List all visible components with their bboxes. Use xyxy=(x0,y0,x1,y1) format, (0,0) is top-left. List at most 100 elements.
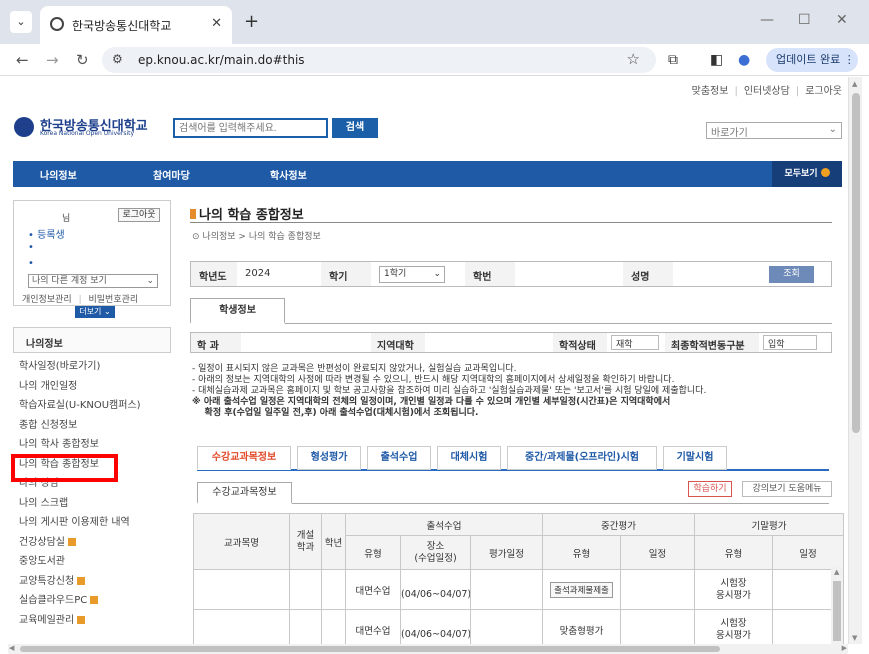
plus-icon[interactable] xyxy=(68,537,76,546)
home-icon: ⊙ xyxy=(192,232,200,242)
browser-tab[interactable]: 한국방송통신대학교 ✕ xyxy=(40,6,232,44)
lnb-item[interactable]: 실습클라우드PC xyxy=(13,587,171,607)
scroll-right-icon[interactable]: ▶ xyxy=(842,644,847,652)
lnb-item[interactable]: 건강상담실 xyxy=(13,529,171,549)
update-button[interactable]: 업데이트 완료 ⋮ xyxy=(766,48,858,72)
semester-select[interactable]: 1학기 ⌄ xyxy=(379,266,445,283)
table-scroll-thumb[interactable] xyxy=(833,581,841,641)
gnb-participation[interactable]: 참여마당 xyxy=(153,167,190,182)
page-scroll-thumb[interactable] xyxy=(852,93,860,433)
more-button[interactable]: 더보기 ⌄ xyxy=(75,306,115,318)
gnb-my-info[interactable]: 나의정보 xyxy=(40,167,77,182)
profile-icon[interactable]: ● xyxy=(738,52,750,68)
knou-logo[interactable]: 한국방송통신대학교 Korea National Open University xyxy=(14,115,164,141)
horizontal-scrollbar[interactable]: ◀ ▶ xyxy=(8,644,848,654)
address-bar-row: ← → ↻ ⚙ ep.knou.ac.kr/main.do#this ☆ ⧉ ◧… xyxy=(0,44,869,76)
tab-search-chevron-icon[interactable]: ⌄ xyxy=(10,11,32,33)
plus-icon[interactable] xyxy=(77,615,86,624)
breadcrumb-separator: > xyxy=(238,232,246,242)
submit-assignment-button[interactable]: 출석과제물제출 xyxy=(550,581,613,598)
table-scrollbar[interactable]: ▲ xyxy=(831,567,843,644)
extensions-icon[interactable]: ⧉ xyxy=(668,52,678,68)
online-counsel-link[interactable]: 인터넷상담 xyxy=(744,86,790,97)
lnb-item[interactable]: 나의 학사 종합정보 xyxy=(13,431,171,451)
forward-icon[interactable]: → xyxy=(46,51,59,69)
lnb-item-label: 학습자료실(U-KNOU캠퍼스) xyxy=(19,400,141,411)
lnb-item-label: 교육메일관리 xyxy=(19,614,75,626)
logout-link[interactable]: 로그아웃 xyxy=(805,86,842,97)
table-row: 대면수업 (04/06~04/07) 맞춤형평가 시험장 응시평가 xyxy=(193,609,845,644)
title-bullet-icon xyxy=(190,209,196,219)
side-panel-icon[interactable]: ◧ xyxy=(710,52,723,68)
page-scrollbar[interactable]: ▲ ▼ xyxy=(848,77,862,644)
personal-info-link[interactable]: 개인정보관리 xyxy=(22,295,72,305)
lnb-item[interactable]: 나의 스크랩 xyxy=(13,490,171,510)
tab-alternative-exam[interactable]: 대체시험 xyxy=(437,446,501,470)
scroll-up-icon[interactable]: ▲ xyxy=(834,568,839,576)
lnb-item[interactable]: 교육메일관리 xyxy=(13,607,171,627)
plus-icon[interactable] xyxy=(90,596,99,604)
col-attend: 출석수업 xyxy=(344,513,544,536)
learn-button[interactable]: 학습하기 xyxy=(688,481,732,497)
scroll-left-icon[interactable]: ◀ xyxy=(9,644,14,652)
scroll-up-icon[interactable]: ▲ xyxy=(852,80,857,88)
tab-final[interactable]: 기말시험 xyxy=(663,446,727,470)
lnb-item[interactable]: 종합 신청정보 xyxy=(13,412,171,432)
col-course: 교과목명 xyxy=(193,513,290,570)
window-close-icon[interactable]: ✕ xyxy=(836,12,848,28)
col-final-type: 유형 xyxy=(694,535,774,570)
minimize-icon[interactable]: — xyxy=(760,12,774,28)
tab-student-info[interactable]: 학생정보 xyxy=(190,298,285,324)
tab-formative[interactable]: 형성평가 xyxy=(297,446,361,470)
view-all-button[interactable]: 모두보기 xyxy=(772,161,842,187)
account-select-label: 나의 다른 계정 보기 xyxy=(32,276,107,286)
tab-attendance[interactable]: 출석수업 xyxy=(367,446,431,470)
other-account-select[interactable]: 나의 다른 계정 보기 ⌄ xyxy=(28,274,158,288)
lnb-item[interactable]: 중앙도서관 xyxy=(13,548,171,568)
site-settings-icon[interactable]: ⚙ xyxy=(112,52,123,66)
gnb-academic[interactable]: 학사정보 xyxy=(270,167,307,182)
learning-tabs: 수강교과목정보 형성평가 출석수업 대체시험 중간/과제물(오프라인)시험 기말… xyxy=(197,445,829,471)
semester-label: 학기 xyxy=(321,262,371,286)
lnb-item-label: 학사일정(바로가기) xyxy=(19,361,101,372)
bookmark-star-icon[interactable]: ☆ xyxy=(627,50,640,68)
col-dept: 개설 학과 xyxy=(289,513,322,570)
logout-button[interactable]: 로그아웃 xyxy=(118,208,160,222)
tab-midterm[interactable]: 중간/과제물(오프라인)시험 xyxy=(507,446,657,470)
reload-icon[interactable]: ↻ xyxy=(76,51,89,69)
custom-info-link[interactable]: 맞춤정보 xyxy=(692,86,729,97)
attend-type-cell: 대면수업 xyxy=(345,609,401,644)
page-title: 나의 학습 종합정보 xyxy=(190,204,304,223)
lnb-item[interactable]: 학사일정(바로가기) xyxy=(13,353,171,373)
shortcut-select[interactable]: 바로가기 ⌄ xyxy=(706,122,842,139)
lnb-item[interactable]: 학습자료실(U-KNOU캠퍼스) xyxy=(13,392,171,412)
eval-date-cell xyxy=(469,609,544,644)
maximize-icon[interactable]: ☐ xyxy=(798,12,811,28)
site-search-input[interactable] xyxy=(173,118,328,138)
lnb-item[interactable]: 교양특강신청 xyxy=(13,568,171,588)
col-mid: 중간평가 xyxy=(542,513,696,536)
site-search-button[interactable]: 검색 xyxy=(332,118,378,138)
col-eval-date: 평가일정 xyxy=(469,535,544,570)
back-icon[interactable]: ← xyxy=(16,51,29,69)
lecture-help-button[interactable]: 강의보기 도움메뉴 xyxy=(742,481,832,497)
chevron-down-icon: ⌄ xyxy=(433,269,441,279)
plus-icon[interactable] xyxy=(77,576,86,585)
search-submit-button[interactable]: 조회 xyxy=(769,266,814,283)
breadcrumb-home[interactable]: 나의정보 xyxy=(202,232,235,242)
hscroll-thumb[interactable] xyxy=(20,646,720,652)
tab-courses[interactable]: 수강교과목정보 xyxy=(197,446,291,470)
grade-cell xyxy=(321,609,346,644)
final-type-cell: 시험장 응시평가 xyxy=(694,609,774,644)
new-tab-button[interactable]: + xyxy=(244,11,259,32)
eval-date-cell xyxy=(469,569,544,610)
url-bar[interactable]: ⚙ ep.knou.ac.kr/main.do#this ☆ xyxy=(102,47,656,73)
kebab-menu-icon[interactable]: ⋮ xyxy=(844,53,855,66)
close-icon[interactable]: ✕ xyxy=(211,16,222,31)
scroll-down-icon[interactable]: ▼ xyxy=(852,634,857,642)
lnb-item[interactable]: 나의 게시판 이용제한 내역 xyxy=(13,509,171,529)
col-final: 기말평가 xyxy=(694,513,845,536)
password-link[interactable]: 비밀번호관리 xyxy=(88,295,138,305)
subtab-courses[interactable]: 수강교과목정보 xyxy=(197,482,292,504)
lnb-item[interactable]: 나의 개인일정 xyxy=(13,373,171,393)
